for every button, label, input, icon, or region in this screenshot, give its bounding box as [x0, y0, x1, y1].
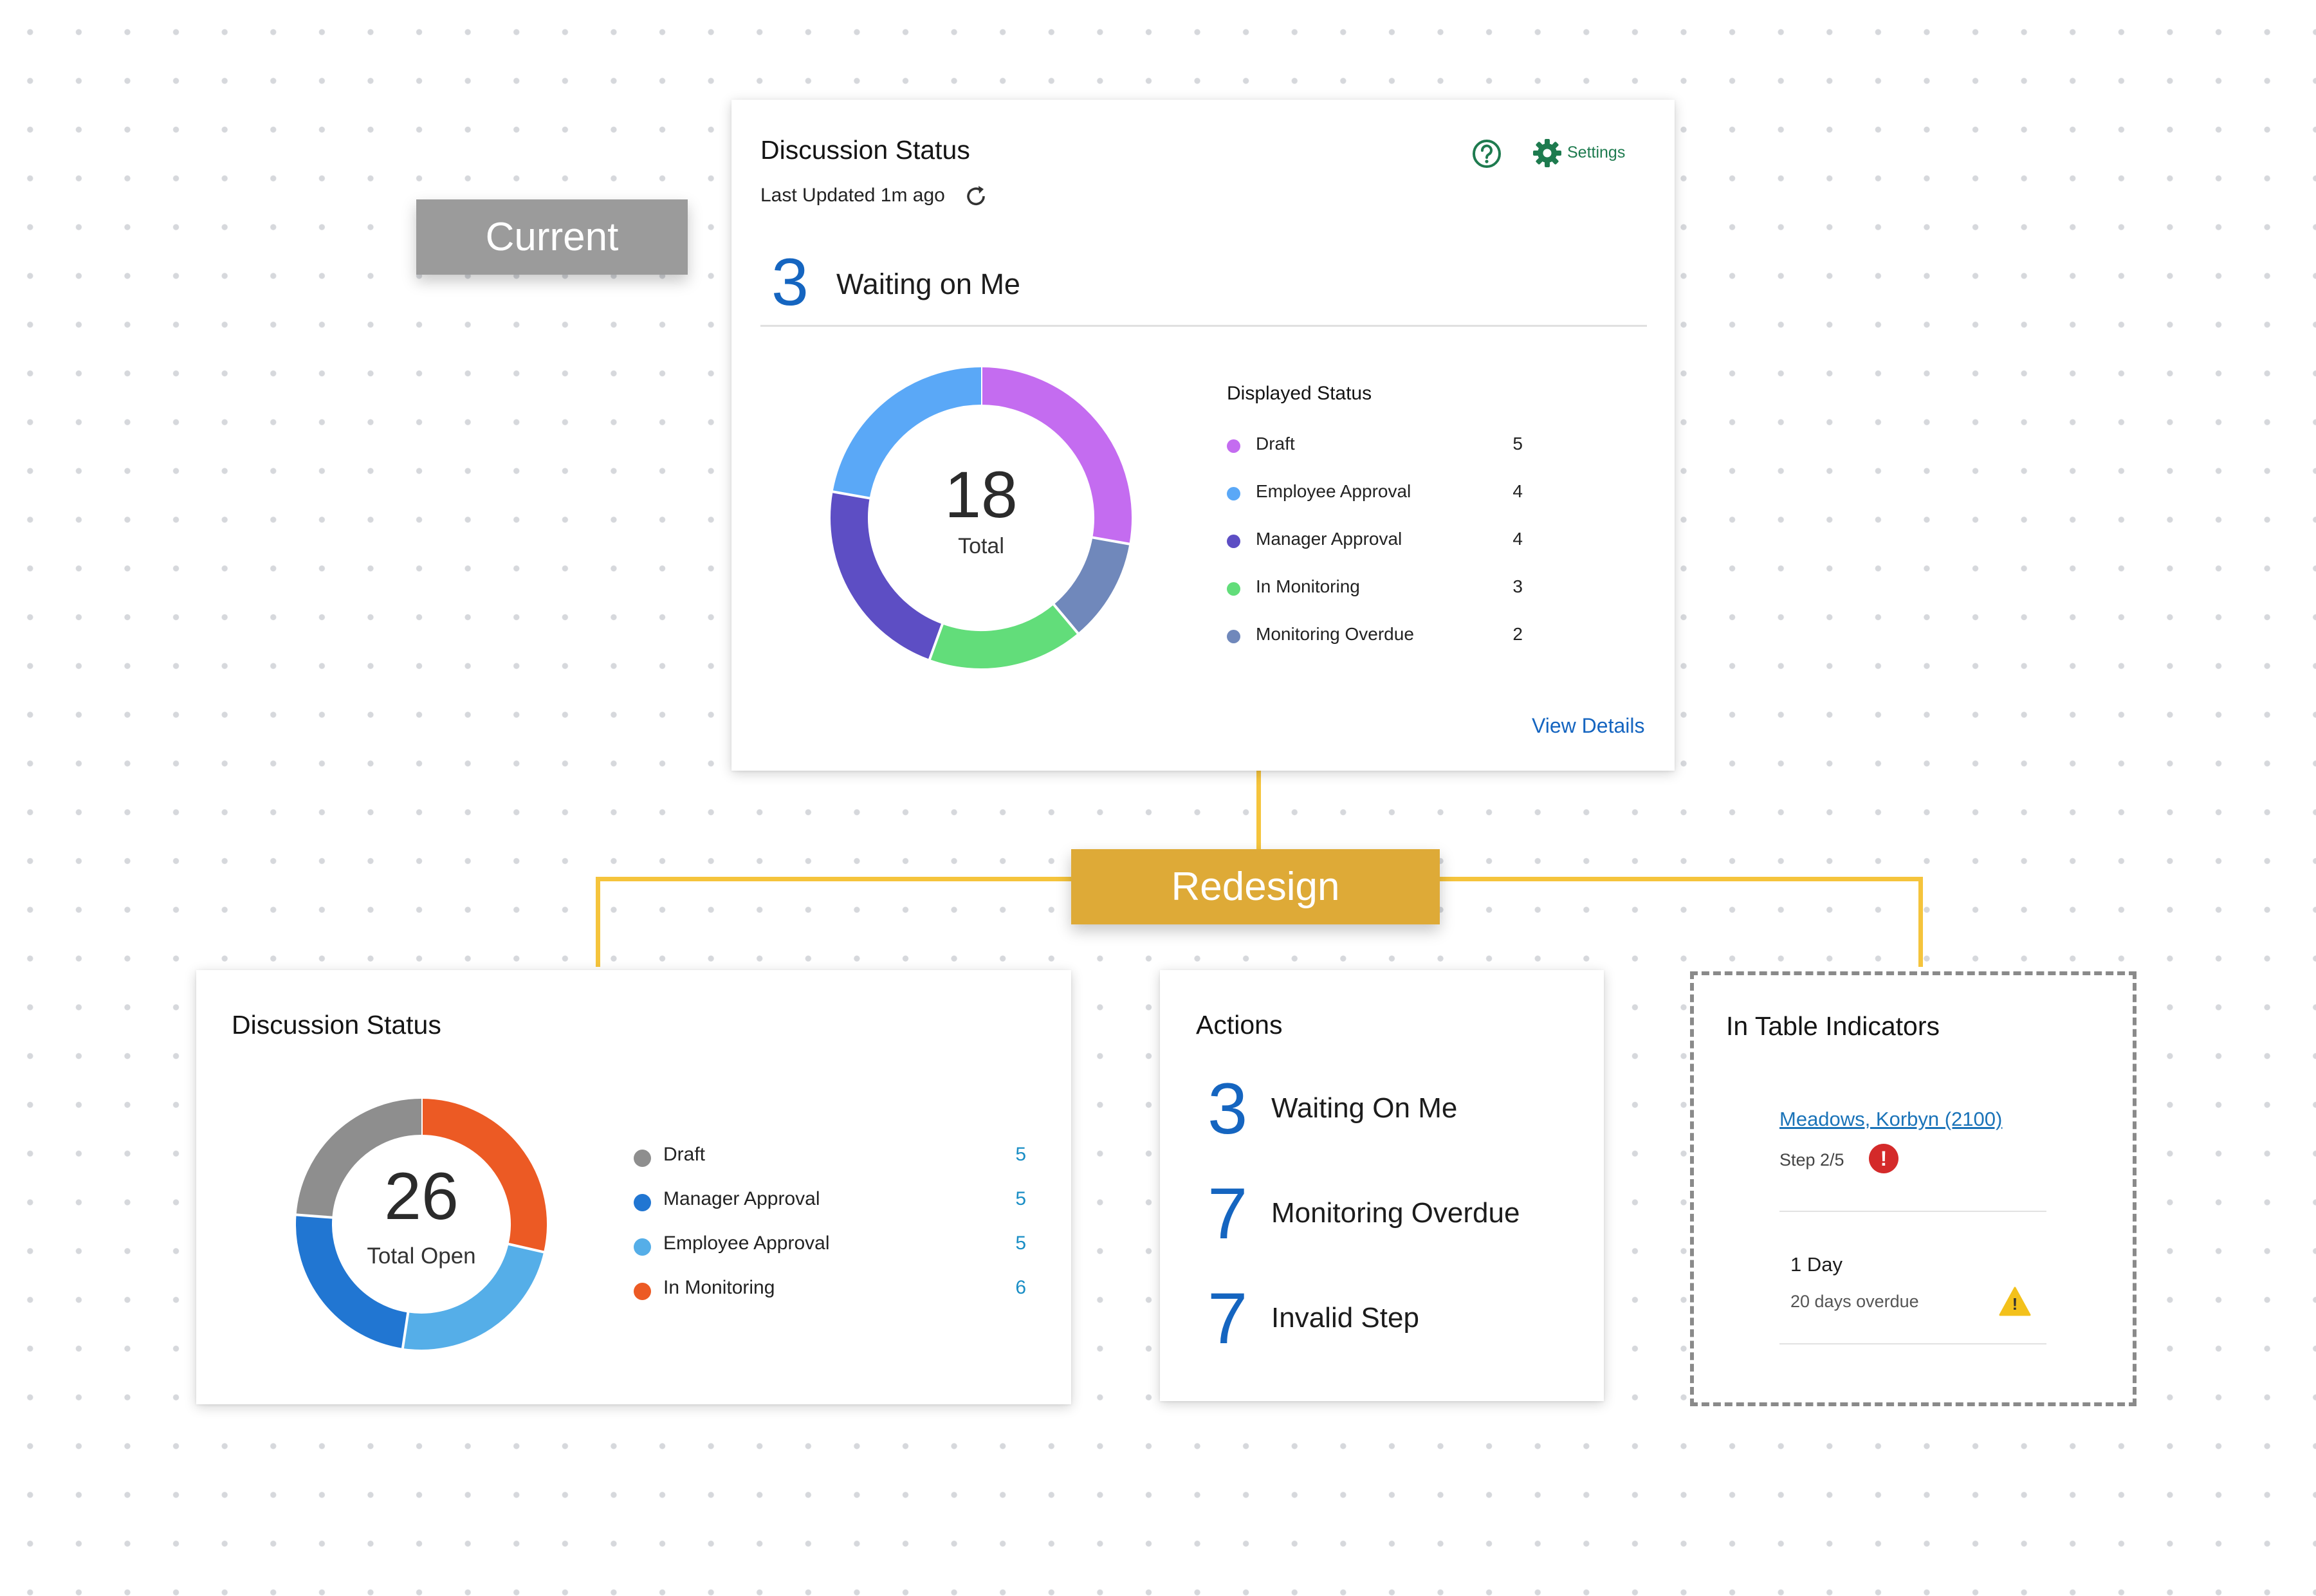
action-item[interactable]: 7 Invalid Step: [1160, 1276, 1604, 1360]
legend-dot: [1227, 535, 1240, 548]
current-tag: Current: [416, 199, 688, 275]
action-label: Monitoring Overdue: [1271, 1197, 1520, 1229]
error-circle-icon: !: [1869, 1144, 1898, 1173]
action-item[interactable]: 3 Waiting On Me: [1160, 1067, 1604, 1150]
legend-label: Manager Approval: [1256, 529, 1402, 549]
waiting-count[interactable]: 3: [771, 249, 809, 316]
legend-label: Employee Approval: [663, 1233, 830, 1254]
warning-glyph: !: [2012, 1294, 2018, 1314]
divider: [760, 325, 1647, 327]
legend-item[interactable]: In Monitoring 6: [634, 1277, 1026, 1303]
legend-value: 4: [1512, 529, 1523, 549]
help-circle-icon[interactable]: [1471, 138, 1502, 169]
legend-value[interactable]: 5: [1000, 1188, 1026, 1210]
current-tag-label: Current: [485, 215, 619, 259]
action-item[interactable]: 7 Monitoring Overdue: [1160, 1171, 1604, 1255]
legend-item[interactable]: Draft 5: [1227, 434, 1523, 459]
legend-dot: [1227, 582, 1240, 596]
donut-total: 18: [944, 458, 1018, 531]
legend-dot: [634, 1150, 651, 1167]
legend-label: Monitoring Overdue: [1256, 624, 1414, 644]
legend-item[interactable]: Manager Approval 5: [634, 1188, 1026, 1214]
legend-dot: [634, 1283, 651, 1300]
legend-dot: [1227, 630, 1240, 643]
card-title: Discussion Status: [760, 135, 970, 165]
legend-label: In Monitoring: [1256, 576, 1360, 596]
legend-label: In Monitoring: [663, 1277, 775, 1298]
overdue-text: 20 days overdue: [1790, 1292, 1919, 1311]
legend-value: 2: [1512, 624, 1523, 644]
employee-link[interactable]: Meadows, Korbyn (2100): [1779, 1108, 2002, 1131]
action-label: Waiting On Me: [1271, 1092, 1458, 1124]
connector-drop-left: [596, 877, 600, 967]
action-count: 3: [1208, 1069, 1248, 1149]
view-details-link[interactable]: View Details: [1532, 714, 1644, 738]
legend-value[interactable]: 6: [1000, 1277, 1026, 1299]
legend-label: Draft: [663, 1144, 706, 1165]
legend-item[interactable]: Employee Approval 5: [634, 1233, 1026, 1258]
card-title: Actions: [1196, 1010, 1283, 1040]
donut-segment-monitoring-overdue[interactable]: [1053, 537, 1130, 634]
action-count: 7: [1208, 1173, 1248, 1254]
legend-label: Manager Approval: [663, 1188, 820, 1209]
gear-icon: [1533, 139, 1561, 167]
legend-value: 5: [1512, 434, 1523, 454]
legend-value[interactable]: 5: [1000, 1233, 1026, 1254]
legend-dot: [634, 1238, 651, 1256]
legend-item[interactable]: Draft 5: [634, 1144, 1026, 1169]
donut-caption: Total: [958, 534, 1004, 558]
warning-triangle-icon: !: [1999, 1287, 2031, 1316]
legend-dot: [1227, 439, 1240, 453]
redesign-tag: Redesign: [1071, 849, 1440, 924]
donut-segment-in-monitoring[interactable]: [929, 604, 1078, 668]
redesign-discussion-status-card: Discussion Status 26 Total Open Draft 5 Ma…: [196, 970, 1071, 1404]
error-glyph: !: [1880, 1147, 1888, 1170]
in-table-indicators-card: In Table Indicators Meadows, Korbyn (210…: [1690, 971, 2137, 1406]
waiting-label[interactable]: Waiting on Me: [836, 268, 1020, 301]
action-label: Invalid Step: [1271, 1302, 1419, 1334]
step-text: Step 2/5: [1779, 1150, 1844, 1169]
legend-label: Draft: [1256, 434, 1295, 454]
divider: [1779, 1211, 2046, 1212]
legend-item[interactable]: Employee Approval 4: [1227, 481, 1523, 507]
legend-value: 3: [1512, 576, 1523, 596]
legend-title: Displayed Status: [1227, 383, 1372, 404]
connector-vertical-current: [1256, 769, 1261, 852]
last-updated-text: Last Updated 1m ago: [760, 185, 945, 206]
divider: [1779, 1343, 2046, 1344]
settings-label: Settings: [1567, 143, 1626, 161]
legend-item[interactable]: In Monitoring 3: [1227, 576, 1523, 602]
current-discussion-status-card: Discussion Status Settings Last Updated …: [731, 100, 1675, 771]
action-count: 7: [1208, 1278, 1248, 1359]
duration-text: 1 Day: [1790, 1253, 1843, 1276]
settings-button[interactable]: Settings: [1531, 137, 1640, 169]
legend-item[interactable]: Monitoring Overdue 2: [1227, 624, 1523, 650]
refresh-icon[interactable]: [963, 183, 989, 209]
legend-value: 4: [1512, 481, 1523, 501]
donut-total: 26: [384, 1159, 459, 1234]
legend-value[interactable]: 5: [1000, 1144, 1026, 1166]
actions-card: Actions 3 Waiting On Me 7 Monitoring Ove…: [1160, 970, 1604, 1401]
legend-label: Employee Approval: [1256, 481, 1411, 501]
donut-caption: Total Open: [367, 1243, 476, 1269]
redesign-tag-label: Redesign: [1171, 865, 1340, 909]
legend-dot: [1227, 487, 1240, 500]
card-title: In Table Indicators: [1726, 1011, 1940, 1041]
card-title: Discussion Status: [232, 1010, 441, 1040]
connector-drop-right: [1918, 877, 1923, 967]
legend-dot: [634, 1194, 651, 1211]
legend-item[interactable]: Manager Approval 4: [1227, 529, 1523, 555]
